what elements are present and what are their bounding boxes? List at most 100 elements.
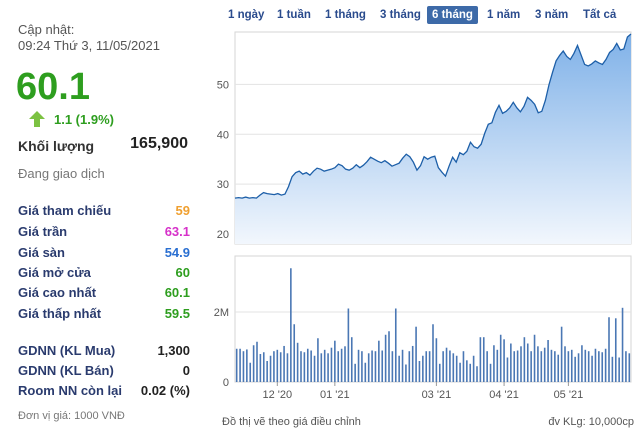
volume-bar (361, 351, 363, 382)
volume-bar (462, 351, 465, 382)
foreign-room-label: Room NN còn lại (18, 383, 123, 398)
volume-bar (303, 352, 306, 382)
foreign-buy-row: GDNN (KL Mua) 1,300 (18, 343, 190, 358)
volume-bar (560, 326, 563, 382)
volume-bar (347, 308, 350, 382)
time-tick-label: 05 '21 (554, 389, 584, 401)
volume-bar (425, 351, 428, 382)
volume-bar (432, 324, 434, 382)
price-change: 1.1 (1.9%) (54, 111, 114, 127)
volume-bar (435, 338, 438, 382)
time-tick-label: 03 '21 (422, 389, 452, 401)
volume-bar (340, 348, 343, 382)
volume-bar (398, 355, 400, 382)
floor-price-row: Giá sàn 54.9 (18, 245, 190, 260)
low-price-value: 59.5 (164, 306, 190, 321)
volume-bar (283, 345, 285, 382)
time-axis-ticks: 12 '20 01 '21 03 '21 04 '21 05 '21 (262, 382, 583, 401)
volume-bar (543, 347, 546, 382)
high-price-value: 60.1 (164, 285, 190, 300)
volume-bar (242, 351, 245, 382)
volume-bar (449, 350, 451, 382)
time-tick-label: 01 '21 (320, 389, 350, 401)
volume-bar (591, 355, 593, 382)
volume-bar (445, 347, 448, 382)
volume-bar (567, 351, 570, 382)
volume-bar (604, 348, 607, 382)
volume-bar (493, 345, 495, 382)
volume-bar (533, 334, 536, 382)
volume-bar (290, 268, 292, 382)
volume-bar (455, 355, 458, 382)
foreign-sell-label: GDNN (KL Bán) (18, 363, 114, 378)
volume-bar (564, 346, 566, 382)
volume-bar (262, 352, 265, 382)
volume-bar (350, 337, 353, 382)
volume-bar (557, 354, 560, 382)
stock-info-panel: Cập nhật: 09:24 Thứ 3, 11/05/2021 60.1 1… (0, 0, 200, 438)
ceiling-price-value: 63.1 (164, 224, 190, 239)
trading-status: Đang giao dịch (18, 166, 105, 181)
volume-bar (405, 364, 407, 382)
up-arrow-icon (29, 111, 45, 127)
volume-axis-ticks: 0 2M (214, 307, 229, 389)
volume-bar (259, 354, 262, 382)
volume-bar (614, 318, 617, 382)
volume-bar (337, 351, 340, 382)
volume-bar (388, 331, 390, 382)
floor-price-label: Giá sàn (18, 245, 65, 260)
volume-bar (317, 338, 319, 382)
volume-bar (476, 366, 478, 382)
volume-bar (378, 340, 380, 382)
volume-bar (513, 351, 516, 382)
volume-bar (466, 360, 468, 382)
reference-price-value: 59 (175, 203, 190, 218)
volume-bar (540, 351, 543, 382)
volume-bar (459, 362, 461, 382)
volume-tick-label: 2M (214, 307, 229, 319)
volume-bar (574, 356, 576, 382)
price-tick-label: 50 (217, 79, 229, 91)
volume-bar (499, 334, 502, 382)
volume-bar (418, 361, 421, 382)
volume-bar (252, 345, 255, 382)
volume-bar (296, 342, 299, 382)
volume-bar (594, 348, 597, 382)
foreign-sell-row: GDNN (KL Bán) 0 (18, 363, 190, 378)
volume-bar (256, 341, 258, 382)
volume-bar (374, 351, 377, 382)
current-price: 60.1 (16, 66, 90, 108)
volume-label: Khối lượng (18, 138, 95, 154)
floor-price-value: 54.9 (164, 245, 190, 260)
volume-bar (391, 351, 394, 382)
volume-bar (354, 363, 356, 382)
volume-bar (523, 337, 526, 382)
volume-bar (506, 357, 509, 382)
high-price-label: Giá cao nhất (18, 285, 97, 300)
foreign-room-value: 0.02 (%) (140, 383, 190, 398)
ceiling-price-row: Giá trần 63.1 (18, 224, 190, 239)
price-change-row: 1.1 (1.9%) (28, 110, 114, 128)
volume-bar (530, 351, 532, 382)
reference-price-label: Giá tham chiếu (18, 203, 112, 218)
volume-value: 165,900 (130, 135, 188, 152)
price-axis-ticks: 20 30 40 50 (217, 79, 229, 241)
volume-bar (381, 350, 384, 382)
volume-bar (276, 349, 279, 382)
volume-bar (608, 317, 610, 382)
volume-bar (273, 351, 275, 382)
volume-bar (408, 351, 411, 382)
volume-bar (357, 349, 360, 382)
volume-bar (516, 350, 519, 382)
volume-bar (367, 353, 370, 382)
volume-bar (279, 352, 282, 382)
volume-bar (598, 351, 600, 382)
foreign-room-row: Room NN còn lại 0.02 (%) (18, 383, 190, 398)
volume-bar (496, 349, 499, 382)
volume-bar (537, 346, 539, 382)
open-price-value: 60 (175, 265, 190, 280)
update-label: Cập nhật: (18, 22, 75, 37)
volume-bar (286, 353, 289, 382)
volume-bar (246, 349, 248, 382)
volume-bar (611, 356, 614, 382)
